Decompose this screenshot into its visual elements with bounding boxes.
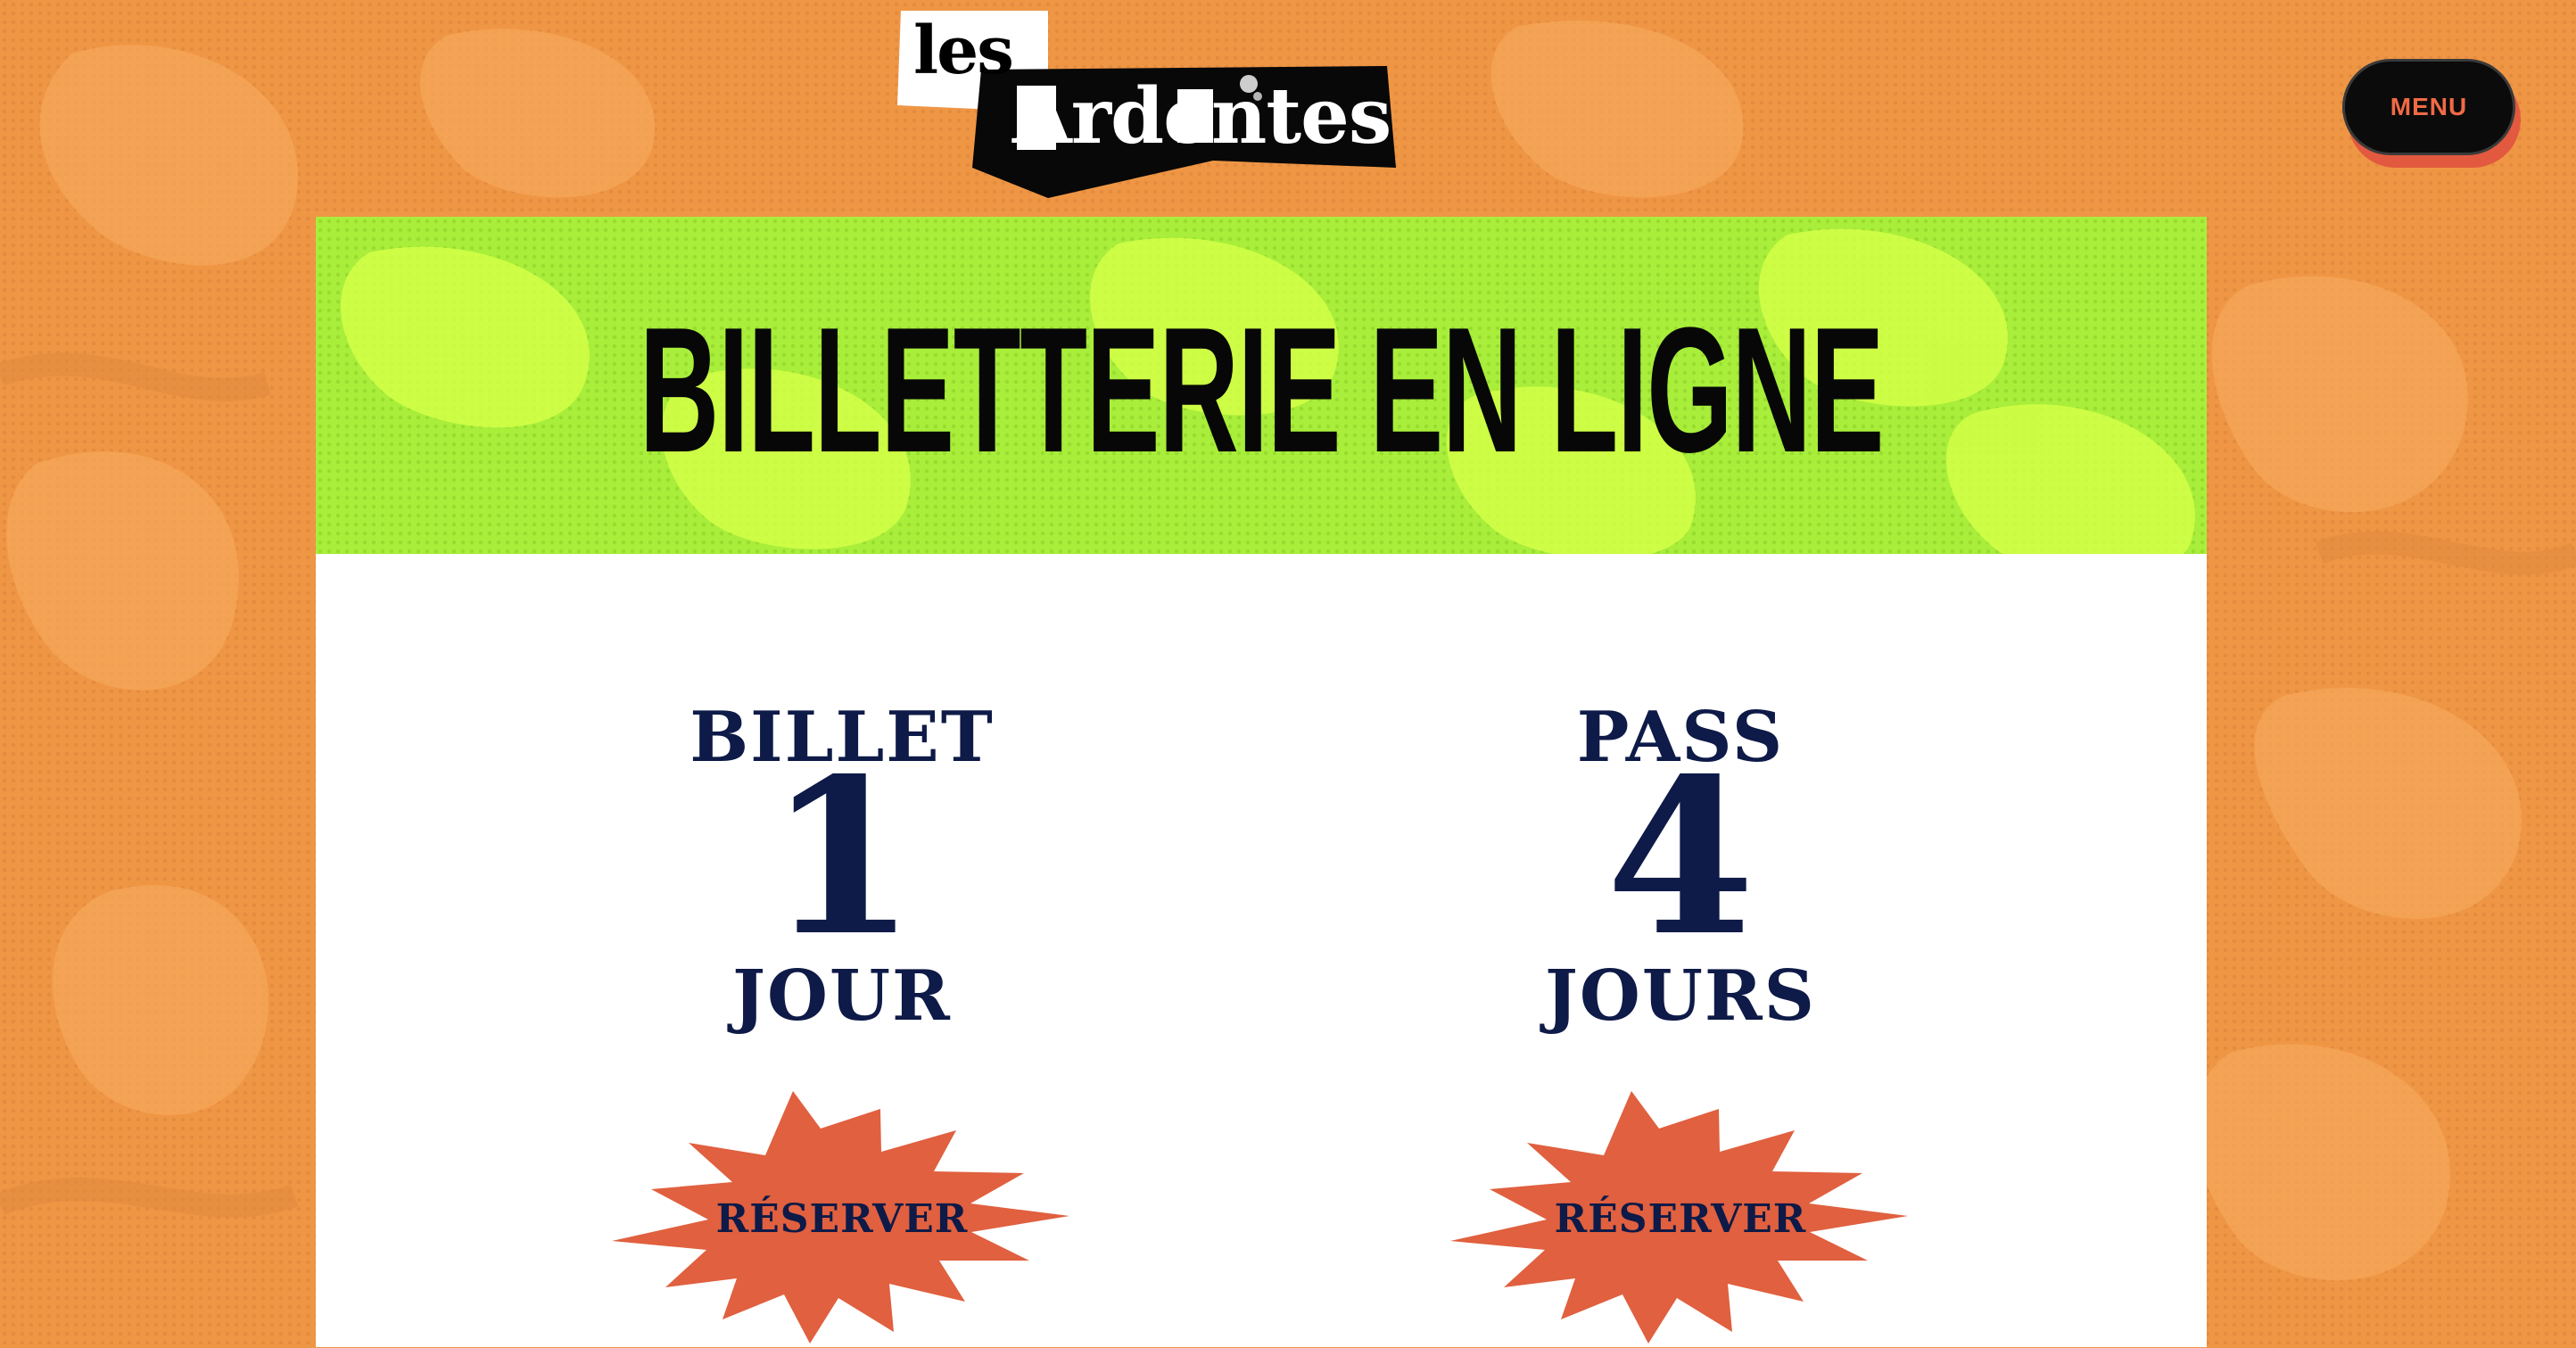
- reserve-button-label: RÉSERVER: [1554, 1195, 1807, 1242]
- menu-button-label: MENU: [2390, 93, 2468, 120]
- ticket-option-1-day: BILLET 1 JOUR RÉSERVER: [574, 554, 1110, 1347]
- card-body: BILLET 1 JOUR RÉSERVER PASS 4 JOURS RÉSE…: [316, 554, 2207, 1347]
- ticket-day-count: 1: [767, 732, 917, 983]
- les-ardentes-logo[interactable]: les Ardentes: [892, 9, 1396, 201]
- page-title: BILLETTERIE EN LIGNE: [639, 291, 1885, 490]
- menu-button-wrapper: MENU: [2342, 59, 2521, 177]
- logo-text-les: les: [913, 12, 1014, 89]
- reserve-1-day-button[interactable]: RÉSERVER: [610, 1089, 1074, 1348]
- ticket-duration-label: JOUR: [732, 955, 952, 1037]
- ticket-option-4-days: PASS 4 JOURS RÉSERVER: [1413, 554, 1948, 1347]
- logo-text-ardentes: Ardentes: [1012, 71, 1391, 161]
- ticket-day-count: 4: [1606, 732, 1755, 983]
- ticketing-card: BILLETTERIE EN LIGNE BILLET 1 JOUR RÉSER…: [316, 217, 2207, 1347]
- ticket-duration-label: JOURS: [1544, 955, 1817, 1037]
- card-header-band: BILLETTERIE EN LIGNE: [316, 217, 2207, 554]
- reserve-4-days-button[interactable]: RÉSERVER: [1449, 1089, 1912, 1348]
- menu-button[interactable]: MENU: [2342, 59, 2515, 155]
- reserve-button-label: RÉSERVER: [715, 1195, 969, 1242]
